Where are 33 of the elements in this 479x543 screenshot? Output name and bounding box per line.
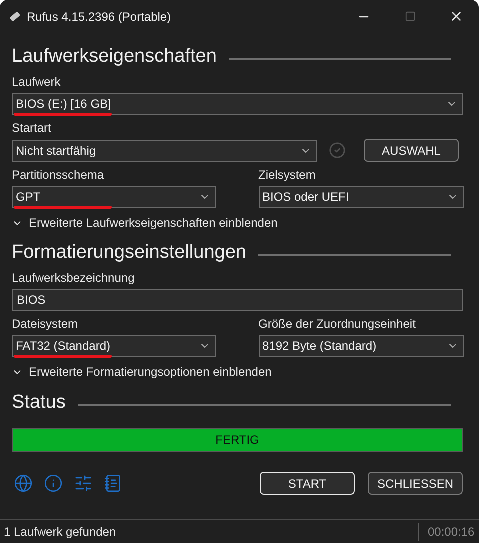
section-heading: Laufwerkseigenschaften [12,45,217,69]
maximize-icon[interactable] [404,11,416,22]
globe-icon[interactable] [14,474,33,493]
usb-drive-icon [7,10,21,24]
dropdown-field[interactable]: Nicht startfähig [12,140,317,162]
field-label: Partitionsschema [12,167,106,183]
expand-toggle[interactable]: Erweiterte Formatierungsoptionen einblenden [12,364,272,380]
settings-icon[interactable] [74,474,93,493]
field-label: Startart [12,120,52,136]
dropdown-field[interactable]: GPT [12,186,216,208]
dropdown-field[interactable]: FAT32 (Standard) [12,335,216,357]
dropdown-field[interactable]: 8192 Byte (Standard) [258,335,464,357]
log-icon[interactable] [104,474,123,493]
section-heading: Formatierungseinstellungen [12,241,246,265]
field-label: Zielsystem [258,167,317,183]
elapsed-time: 00:00:16 [427,524,476,540]
text-field[interactable]: BIOS [12,289,463,311]
check-icon [329,142,346,159]
expand-toggle[interactable]: Erweiterte Laufwerkseigenschaften einblenden [12,215,278,231]
dropdown-field[interactable]: BIOS (E:) [16 GB] [12,93,463,115]
window-title: Rufus 4.15.2396 (Portable) [27,8,172,26]
action-button[interactable]: SCHLIESSEN [368,472,463,495]
field-label: Größe der Zuordnungseinheit [258,316,417,332]
dropdown-field[interactable]: BIOS oder UEFI [258,186,464,208]
section-heading: Status [12,391,66,415]
field-label: Laufwerk [12,74,62,90]
field-label: Laufwerksbezeichnung [12,270,136,286]
status-message: 1 Laufwerk gefunden [3,524,118,540]
progress-text: FERTIG [214,432,260,449]
select-button[interactable]: AUSWAHL [364,139,459,162]
action-button[interactable]: START [260,472,355,495]
info-icon[interactable] [44,474,63,493]
field-label: Dateisystem [12,316,80,332]
